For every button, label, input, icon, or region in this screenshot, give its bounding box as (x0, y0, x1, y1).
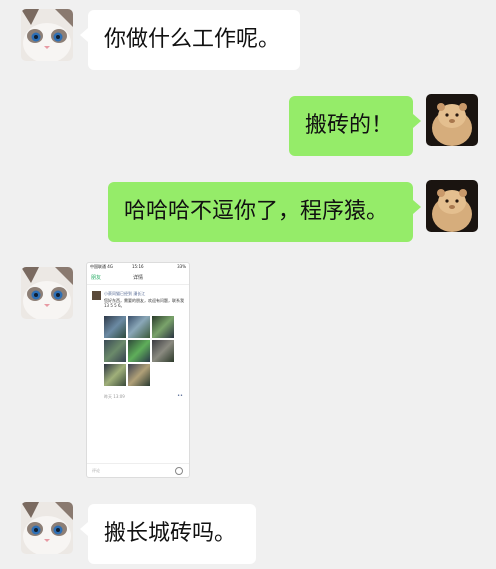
message-bubble[interactable]: 哈哈哈不逗你了，程序猿。 (108, 182, 413, 242)
nav-bar: 朋友 详情 (87, 272, 189, 285)
hamster-avatar-icon (426, 180, 478, 232)
friend-avatar[interactable] (21, 267, 73, 319)
message-row: 搬长城砖吗。 (0, 500, 496, 564)
status-bar: 中国联通 4G 15:16 33% (87, 263, 189, 270)
message-bubble[interactable]: 你做什么工作呢。 (88, 10, 300, 70)
hamster-avatar-icon (426, 94, 478, 146)
message-bubble[interactable]: 搬长城砖吗。 (88, 504, 256, 564)
message-row: 搬砖的！ (0, 94, 496, 156)
status-time: 15:16 (132, 264, 144, 269)
bubble-tail (80, 522, 88, 536)
photo-thumb (104, 316, 126, 338)
bubble-tail (413, 200, 421, 214)
cat-avatar-icon (21, 9, 73, 61)
photo-thumb (152, 316, 174, 338)
message-row: 哈哈哈不逗你了，程序猿。 (0, 180, 496, 242)
my-avatar[interactable] (426, 180, 478, 232)
friend-avatar[interactable] (21, 502, 73, 554)
photo-thumb (104, 340, 126, 362)
friend-avatar[interactable] (21, 9, 73, 61)
cat-avatar-icon (21, 267, 73, 319)
photo-thumb (128, 364, 150, 386)
status-carrier: 中国联通 4G (90, 264, 113, 269)
photo-thumb (152, 340, 174, 362)
photo-thumb (104, 364, 126, 386)
bubble-tail (413, 114, 421, 128)
nav-title: 详情 (132, 275, 143, 281)
photo-thumb (128, 316, 150, 338)
poster-avatar (92, 291, 101, 300)
shared-screenshot-image[interactable]: 中国联通 4G 15:16 33% 朋友 详情 小蔡同猫已经到 漫长江 您好东西… (86, 262, 190, 478)
status-battery: 33% (177, 264, 186, 269)
comment-placeholder: 评论 (92, 468, 100, 473)
post-text: 您好东西，需要的朋友，欢迎有问题，联系我 13 5 5 6。 (104, 298, 184, 308)
comment-bar: 评论 (87, 463, 189, 477)
poster-name: 小蔡同猫已经到 漫长江 (104, 291, 146, 296)
post-time: 昨天 13:09 (104, 394, 125, 399)
bubble-tail (80, 28, 88, 42)
message-bubble[interactable]: 搬砖的！ (289, 96, 413, 156)
photo-thumb (128, 340, 150, 362)
more-icon: •• (177, 393, 183, 399)
message-row: 你做什么工作呢。 (0, 6, 496, 70)
my-avatar[interactable] (426, 94, 478, 146)
cat-avatar-icon (21, 502, 73, 554)
emoji-icon (175, 467, 183, 475)
